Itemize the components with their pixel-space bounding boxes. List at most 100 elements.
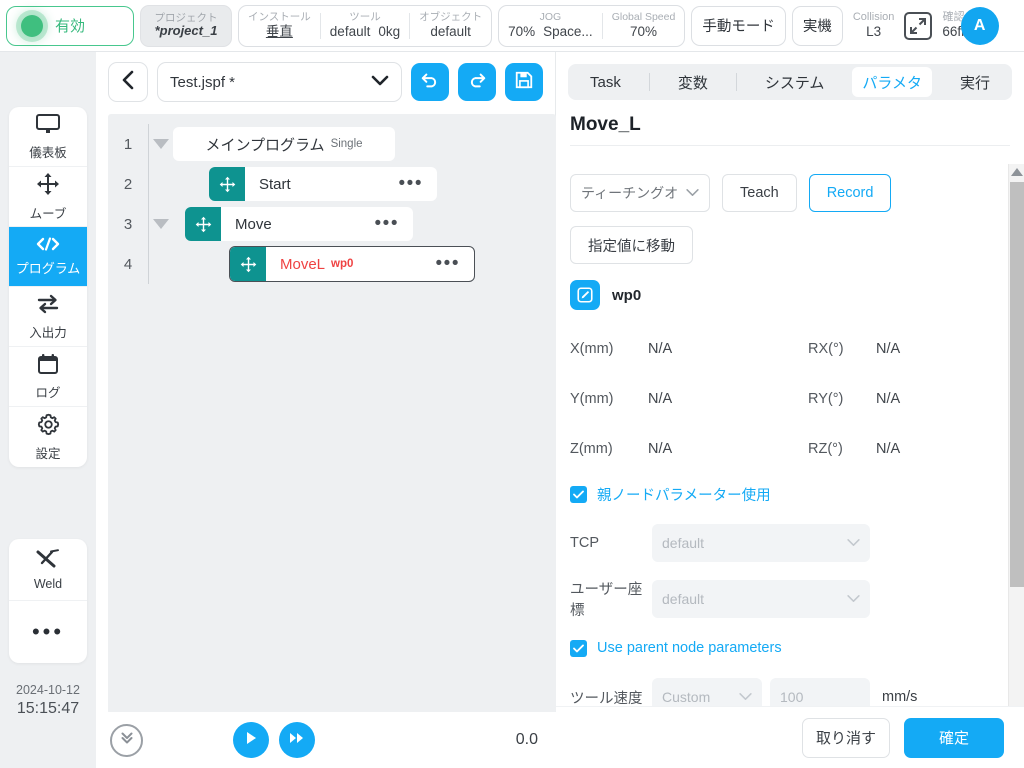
user-frame-select[interactable]: default xyxy=(652,580,870,618)
panel-scrollbar[interactable] xyxy=(1008,164,1024,752)
jog-space: Space... xyxy=(543,23,593,39)
manual-mode-button[interactable]: 手動モード xyxy=(691,5,786,46)
scrollbar-thumb[interactable] xyxy=(1010,182,1024,587)
sidebar-item-program[interactable]: プログラム xyxy=(9,227,87,287)
expand-caret[interactable] xyxy=(149,219,173,229)
robot-status-indicator[interactable]: 有効 xyxy=(6,5,134,46)
sidebar-item-move[interactable]: ムーブ xyxy=(9,167,87,227)
scroll-up-icon[interactable] xyxy=(1009,164,1024,180)
redo-button[interactable] xyxy=(458,63,496,101)
tree-node-start[interactable]: Start ••• xyxy=(209,167,437,201)
jog-info[interactable]: JOG 70% Space... xyxy=(499,6,602,46)
global-speed-label: Global Speed xyxy=(611,11,676,24)
jog-percent: 70% xyxy=(508,23,536,39)
avatar[interactable]: A xyxy=(960,6,999,45)
row-number: 3 xyxy=(123,215,133,233)
io-exchange-icon xyxy=(36,293,60,320)
waypoint-name: wp0 xyxy=(612,286,642,304)
expand-caret[interactable] xyxy=(149,139,173,149)
speed-readout: 0.0 xyxy=(515,731,538,748)
use-parent-motion-checkbox-row[interactable]: Use parent node parameters xyxy=(570,634,982,662)
object-value: default xyxy=(430,23,471,39)
install-tool-object-group[interactable]: インストール 垂直 ツール default 0kg オブジェクト default xyxy=(238,4,493,47)
coordinate-row-x: X(mm) N/A RX(°) N/A xyxy=(570,324,982,374)
node-label: MoveL xyxy=(280,255,326,273)
sidebar-item-more[interactable]: ••• xyxy=(9,601,87,663)
edit-square-icon[interactable] xyxy=(570,280,600,310)
chevron-left-icon xyxy=(121,70,135,95)
tcp-row: TCP default xyxy=(570,524,982,562)
collapse-all-button[interactable] xyxy=(110,723,143,757)
tree-guide xyxy=(148,164,149,204)
file-name: Test.jspf * xyxy=(170,73,236,91)
use-parent-frame-label: 親ノードパラメーター使用 xyxy=(597,487,771,504)
teaching-mode-select[interactable]: ティーチングオ xyxy=(570,174,710,212)
tool-info[interactable]: ツール default 0kg xyxy=(321,6,409,46)
jog-speed-group[interactable]: JOG 70% Space... Global Speed 70% xyxy=(498,4,686,47)
cancel-button[interactable]: 取り消す xyxy=(802,717,890,758)
y-value: N/A xyxy=(648,391,673,407)
tree-node-move[interactable]: Move ••• xyxy=(185,207,413,241)
system-clock: 2024-10-12 15:15:47 xyxy=(16,683,80,719)
sidebar-item-settings[interactable]: 設定 xyxy=(9,407,87,467)
sidebar-item-io[interactable]: 入出力 xyxy=(9,287,87,347)
user-frame-value: default xyxy=(662,591,705,607)
project-name: *project_1 xyxy=(154,23,218,39)
node-label: Move xyxy=(235,215,272,233)
use-parent-frame-checkbox-row[interactable]: 親ノードパラメーター使用 xyxy=(570,480,982,508)
global-speed-value: 70% xyxy=(629,23,658,39)
tab-task[interactable]: Task xyxy=(580,67,631,97)
sidebar-item-dashboard[interactable]: 儀表板 xyxy=(9,107,87,167)
object-info[interactable]: オブジェクト default xyxy=(410,6,491,46)
tree-row[interactable]: 4 MoveL wp0 ••• xyxy=(108,244,556,284)
node-menu-icon[interactable]: ••• xyxy=(375,214,399,233)
playback-controls xyxy=(233,722,315,758)
tab-execute[interactable]: 実行 xyxy=(950,67,1000,97)
tree-row[interactable]: 1 メインプログラム Single xyxy=(108,124,556,164)
record-button[interactable]: Record xyxy=(808,174,892,212)
row-number: 1 xyxy=(123,135,133,153)
node-menu-icon[interactable]: ••• xyxy=(436,254,460,273)
move-to-specified-value-button[interactable]: 指定値に移動 xyxy=(570,226,693,264)
tree-row[interactable]: 3 Move ••• xyxy=(108,204,556,244)
tool-speed-label: ツール速度 xyxy=(570,690,643,707)
sidebar-item-label: 設定 xyxy=(35,446,61,461)
tree-row[interactable]: 2 Start ••• xyxy=(108,164,556,204)
tool-payload: 0kg xyxy=(378,23,401,39)
real-machine-button[interactable]: 実機 xyxy=(791,5,843,46)
object-label: オブジェクト xyxy=(419,11,483,24)
checkbox-checked-icon[interactable] xyxy=(570,639,587,657)
sidebar-item-weld[interactable]: Weld xyxy=(9,539,87,601)
back-button[interactable] xyxy=(108,62,148,102)
node-menu-icon[interactable]: ••• xyxy=(399,174,423,193)
coordinate-row-z: Z(mm) N/A RZ(°) N/A xyxy=(570,424,982,474)
tab-parameters[interactable]: パラメタ xyxy=(852,67,932,97)
tab-system[interactable]: システム xyxy=(755,67,835,97)
confirm-button[interactable]: 確定 xyxy=(904,717,1004,758)
chevron-double-down-icon xyxy=(118,729,136,752)
undo-button[interactable] xyxy=(411,63,449,101)
tree-node-main-program[interactable]: メインプログラム Single xyxy=(173,127,395,161)
waypoint-row[interactable]: wp0 xyxy=(570,280,982,310)
sidebar-item-log[interactable]: ログ xyxy=(9,347,87,407)
collision-info[interactable]: Collision L3 xyxy=(849,11,899,40)
install-info[interactable]: インストール 垂直 xyxy=(239,6,320,46)
fullscreen-icon[interactable] xyxy=(904,11,933,40)
row-number: 4 xyxy=(123,255,133,273)
program-tree[interactable]: 1 メインプログラム Single 2 Start ••• 3 Move •••… xyxy=(108,114,556,714)
tree-node-movel-selected[interactable]: MoveL wp0 ••• xyxy=(229,246,475,282)
play-icon xyxy=(243,730,259,751)
save-button[interactable] xyxy=(505,63,543,101)
file-selector[interactable]: Test.jspf * xyxy=(157,62,402,102)
tab-variables[interactable]: 変数 xyxy=(668,67,718,97)
step-forward-button[interactable] xyxy=(279,722,315,758)
project-selector[interactable]: プロジェクト *project_1 xyxy=(140,4,232,47)
coordinate-grid: X(mm) N/A RX(°) N/A Y(mm) N/A RY(°) N/A … xyxy=(570,324,982,474)
play-button[interactable] xyxy=(233,722,269,758)
checkbox-checked-icon[interactable] xyxy=(570,485,587,503)
global-speed-info[interactable]: Global Speed 70% xyxy=(603,6,685,46)
tcp-select[interactable]: default xyxy=(652,524,870,562)
parameter-form: ティーチングオ Teach Record 指定値に移動 wp0 X(mm) N/… xyxy=(556,160,996,768)
teach-button[interactable]: Teach xyxy=(722,174,797,212)
save-icon xyxy=(514,70,534,95)
